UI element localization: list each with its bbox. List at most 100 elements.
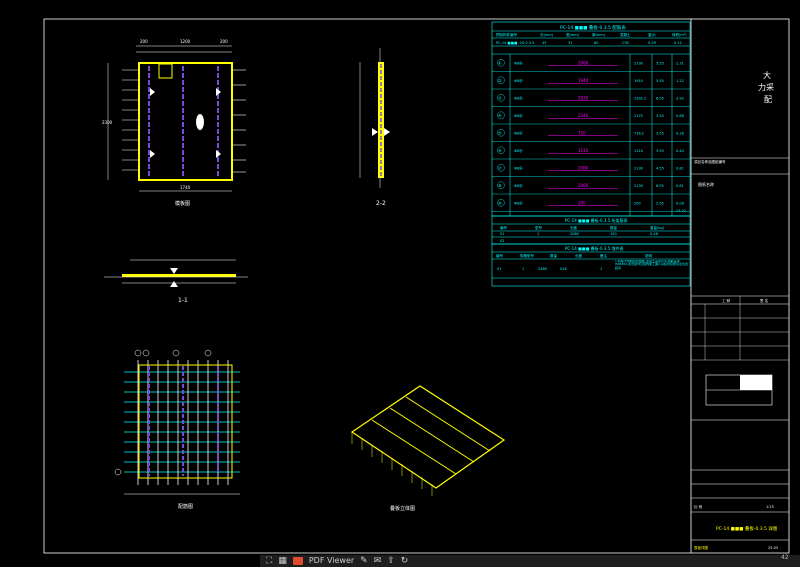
rebar-row-id: ⑤ [498,130,502,135]
rebar-row-a: 1910 [634,79,643,83]
footer-code: 叠板详图 [694,545,708,550]
truss-table-cell-3: 150 [610,232,617,236]
truss-table-cell-1: 1 [537,232,539,236]
rebar-row-b: 3.55 [656,149,664,153]
embed-cell-3: 018 [560,267,567,271]
rebar-table-head-5: 重(t) [648,32,656,37]
truss-table-cell-2: 2080 [570,232,579,236]
rebar-row-dia: Φ8@ [514,131,523,135]
pencil-icon[interactable]: ✎ [360,555,368,567]
rebar-row-c: 0.28 [676,131,684,135]
grid-icon[interactable]: ▦ [278,555,287,567]
rebar-table-row-3: 60 [594,41,598,45]
truss-table-head-4: 重量(kg) [650,225,665,230]
rebar-row-length: 1110 [578,148,589,153]
company-line-1: 大 [763,70,771,80]
dim-top-left: 200 [140,39,148,44]
rebar-row-a: 716.2 [634,131,644,135]
truss-table-title: PC-14 ■■■ 叠板-0.3.5 桁架筋表 [565,217,628,223]
rebar-row-id: ④ [498,113,502,118]
rebar-table-row-6: 0.12 [674,41,682,45]
comment-icon[interactable]: ✉ [374,555,382,567]
rebar-table: PC-14 ■■■ 叠板-0.3.5 配筋表 预制构件编号 长(mm) 宽(mm… [491,21,691,217]
rebar-row-dia: Φ8@ [514,79,523,83]
truss-table-cell-5: 02 [500,239,504,243]
rebar-row-c: 0.81 [676,166,684,170]
rebar-row-id: ⑥ [498,148,502,153]
rebar-rows: ① Φ8@ 2060 2130 5.55 2.31 ② Φ8@ 1940 1910 5.55 1.22… [492,59,690,212]
rebar-row-a: 2130 [634,61,643,65]
rebar-row-c: 0.44 [676,149,685,153]
rotate-icon[interactable]: ↻ [401,555,409,567]
truss-table-cell-4: 0.46 [650,232,658,236]
rebar-table-row-5: 0.29 [648,41,656,45]
rebar-row-id: ⑦ [498,165,502,170]
rebar-table-total: 23.22 [676,209,686,213]
isometric-view: 叠板立体图 [350,385,506,512]
rebar-row-length: 2060 [578,165,589,170]
rebar-row-dia: Φ8@ [514,61,523,65]
rebar-row-a: 200 [634,201,641,205]
embed-table: PC-14 ■■■ 叠板-0.3.5 埋件表 编号 规格型号 数量 长度 备注 … [491,243,691,287]
rebar-row-b: 4.55 [656,166,664,170]
embed-head-1: 规格型号 [520,253,534,258]
rebar-row-b: 5.55 [656,79,664,83]
truss-table-cell-0: 01 [500,232,504,236]
scale-value: 1:25 [766,505,774,509]
rebar-table-row-1: 45 [542,41,546,45]
embed-note-box: 1.叠板为预制叠合楼板,混凝土采用C30,钢筋采用HRB400,叠合层详见结构施… [615,260,688,270]
rebar-row-b: 6.55 [656,184,664,188]
page-number: 42 [781,554,789,561]
project-note: 項目名称及图纸编号 [694,159,726,164]
rebar-row-c: 1.22 [676,79,684,83]
section-22-label: 2-2 [376,200,386,207]
rebar-row-length: 2240 [578,113,589,118]
iso-view-label: 叠板立体图 [390,505,415,512]
section-1-1: 1-1 [104,259,248,304]
rebar-row-a: 2130 [634,184,643,188]
rebar-row-dia: Φ8@ [514,114,523,118]
app-label[interactable]: PDF Viewer [309,555,354,567]
truss-table-head-3: 数量 [610,225,618,230]
embed-head-3: 长度 [575,253,583,258]
rebar-row-id: ⑨ [498,200,502,205]
truss-table-head-0: 编号 [500,225,508,230]
rebar-row-a: 2302.2 [634,96,646,100]
pdf-toolbar: ⛶ ▦ PDF Viewer ✎ ✉ ⇪ ↻ [260,555,800,567]
rebar-table-row-2: 31 [568,41,572,45]
rebar-row-dia: Φ8@ [514,184,523,188]
company-line-3: 配 [764,95,772,104]
rebar-row-c: 0.06 [676,201,684,205]
drawing-sheet: 200 1200 200 1740 2300 模板图 2-2 1-1 配筋图 叠… [43,18,790,554]
dim-top-mid: 1200 [180,39,191,44]
rebar-row-a: 1110 [634,149,643,153]
company-line-2: 力采 [758,82,774,92]
dim-top-right: 200 [220,39,228,44]
fullscreen-icon[interactable]: ⛶ [266,555,272,567]
rebar-table-title: PC-14 ■■■ 叠板-0.3.5 配筋表 [560,24,626,31]
rebar-row-id: ⑧ [498,183,502,188]
dim-bottom: 1740 [180,185,191,190]
embed-cell-0: 01 [497,267,501,271]
embed-head-0: 编号 [496,253,504,258]
truss-table-head-2: 长度 [570,225,578,230]
rebar-row-b: 5.55 [656,61,664,65]
section-2-2: 2-2 [359,48,390,207]
embed-cell-2: 2480 [538,267,547,271]
rebar-plan: 配筋图 [114,349,240,510]
share-icon[interactable]: ⇪ [387,555,395,567]
rebar-row-id: ③ [498,95,502,100]
pdf-app-icon[interactable] [292,557,303,565]
rebar-table-head-3: 厚(mm) [592,32,606,37]
truss-table: PC-14 ■■■ 叠板-0.3.5 桁架筋表 编号 型号 长度 数量 重量(k… [491,215,691,245]
rebar-row-length: 2060 [578,60,589,65]
rebar-row-a: 2130 [634,166,643,170]
rebar-table-head-6: 体积(m³) [672,32,687,37]
truss-table-head-1: 型号 [535,225,543,230]
drawing-title: PC-14 ■■■ 叠板-0.3.5 详图 [716,525,778,532]
rebar-row-c: 2.31 [676,61,684,65]
rebar-table-head-2: 宽(mm) [566,32,580,37]
rebar-row-dia: Φ8@ [514,166,523,170]
rebar-table-row-0: PC-14 ■■■ -25-0.3.5 [496,41,534,45]
drawing-label: 图纸名称 [698,181,714,187]
